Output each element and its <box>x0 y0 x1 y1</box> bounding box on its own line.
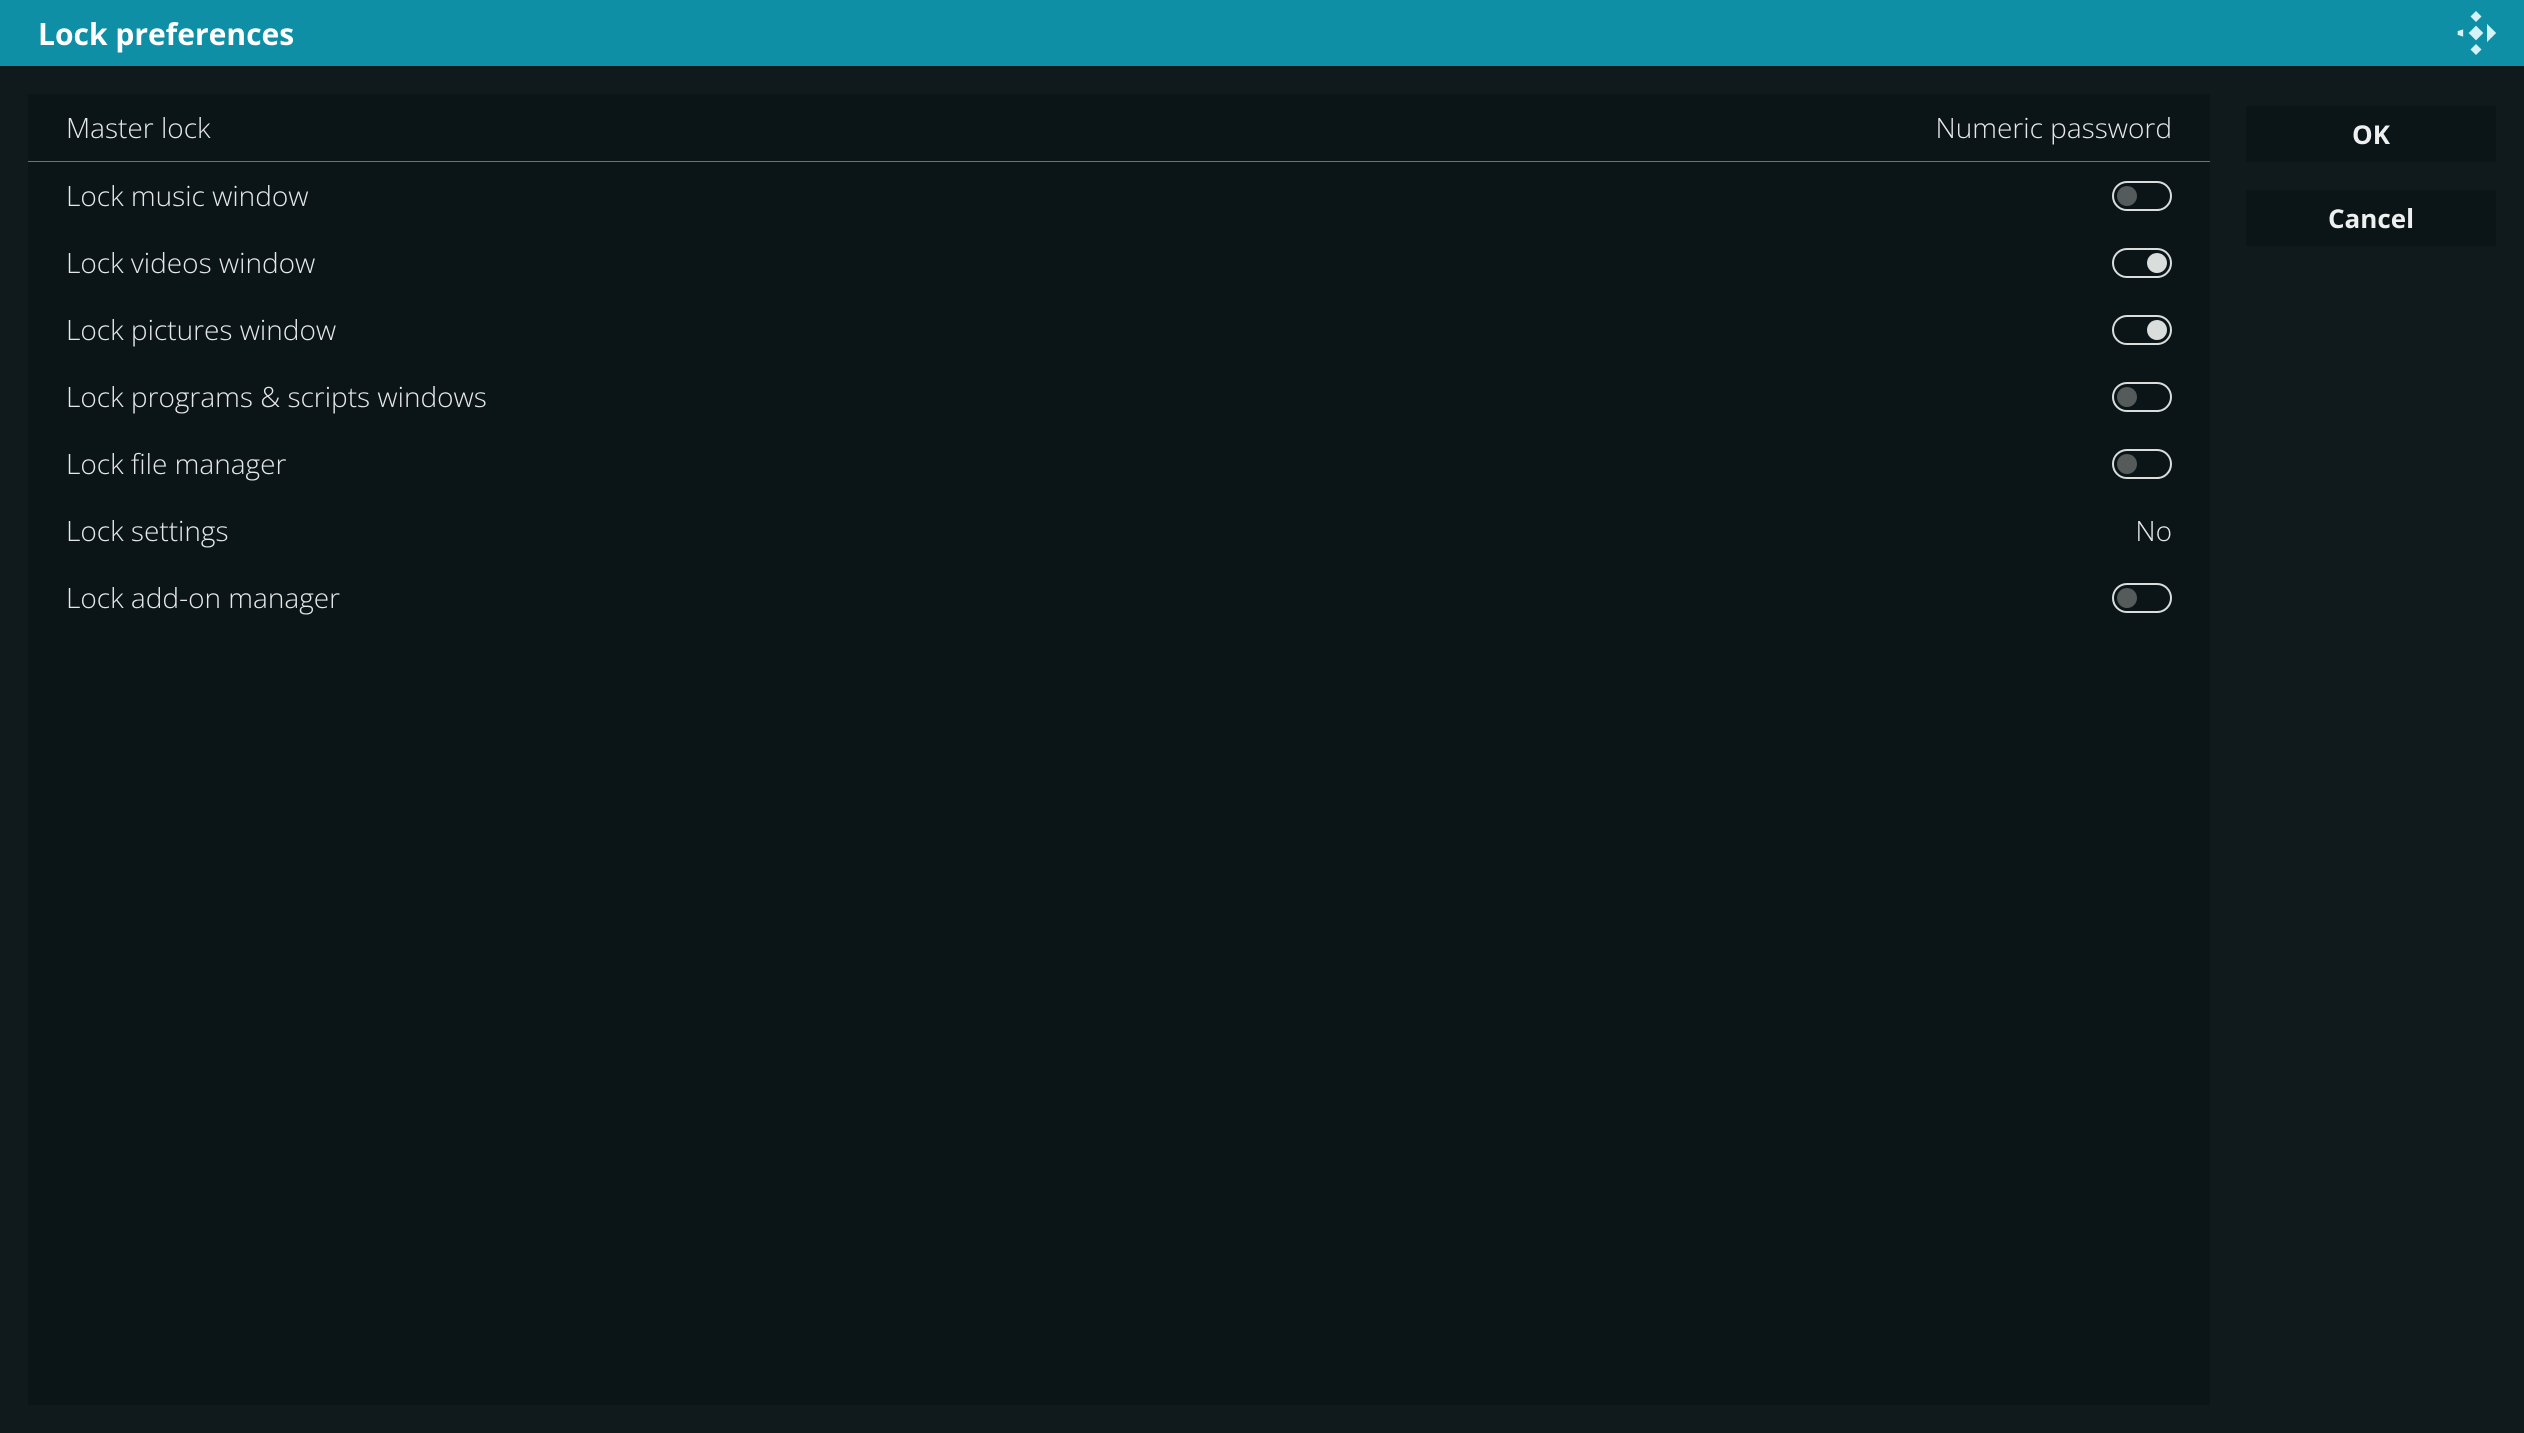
toggle-switch[interactable] <box>2112 315 2172 345</box>
setting-label: Lock programs & scripts windows <box>66 378 487 416</box>
toggle-switch[interactable] <box>2112 449 2172 479</box>
setting-value: Numeric password <box>1936 109 2172 147</box>
setting-label: Lock music window <box>66 177 309 215</box>
ok-button[interactable]: OK <box>2246 106 2496 162</box>
setting-label: Lock settings <box>66 512 229 550</box>
dialog-header: Lock preferences <box>0 0 2524 66</box>
setting-label: Lock pictures window <box>66 311 336 349</box>
setting-lock-videos-window[interactable]: Lock videos window <box>28 229 2210 296</box>
toggle-switch[interactable] <box>2112 583 2172 613</box>
setting-lock-programs-scripts-windows[interactable]: Lock programs & scripts windows <box>28 363 2210 430</box>
setting-lock-pictures-window[interactable]: Lock pictures window <box>28 296 2210 363</box>
cancel-button[interactable]: Cancel <box>2246 190 2496 246</box>
toggle-switch[interactable] <box>2112 248 2172 278</box>
setting-master-lock[interactable]: Master lock Numeric password <box>28 94 2210 162</box>
toggle-switch[interactable] <box>2112 382 2172 412</box>
setting-label: Lock videos window <box>66 244 315 282</box>
setting-label: Master lock <box>66 109 211 147</box>
setting-lock-settings[interactable]: Lock settings No <box>28 497 2210 564</box>
setting-lock-addon-manager[interactable]: Lock add-on manager <box>28 564 2210 631</box>
setting-value: No <box>2135 512 2172 550</box>
setting-label: Lock add-on manager <box>66 579 340 617</box>
setting-label: Lock file manager <box>66 445 286 483</box>
dialog-title: Lock preferences <box>38 13 294 54</box>
settings-panel: Master lock Numeric password Lock music … <box>28 94 2210 1405</box>
kodi-logo-icon <box>2452 9 2500 57</box>
setting-lock-file-manager[interactable]: Lock file manager <box>28 430 2210 497</box>
dialog-body: Master lock Numeric password Lock music … <box>0 66 2524 1433</box>
setting-lock-music-window[interactable]: Lock music window <box>28 162 2210 229</box>
dialog-buttons: OK Cancel <box>2246 94 2496 1405</box>
toggle-switch[interactable] <box>2112 181 2172 211</box>
